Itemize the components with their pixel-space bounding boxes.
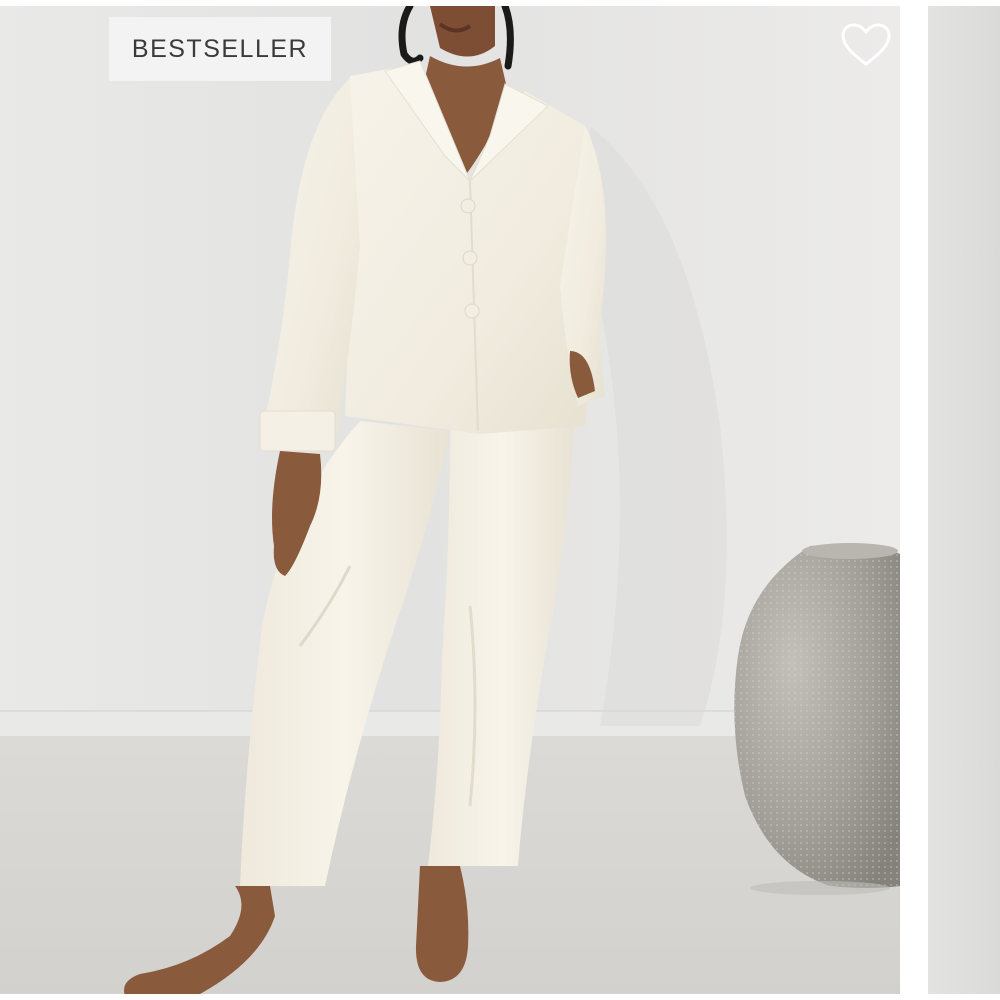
bestseller-badge: BESTSELLER [109,17,331,81]
wishlist-button[interactable] [836,18,896,72]
heart-outline-icon [841,23,891,66]
product-image[interactable] [0,6,900,994]
badge-label: BESTSELLER [131,34,309,63]
next-product-card-peek[interactable] [928,6,1000,994]
product-card[interactable]: BESTSELLER [0,6,900,994]
product-carousel: BESTSELLER [0,0,1000,1000]
